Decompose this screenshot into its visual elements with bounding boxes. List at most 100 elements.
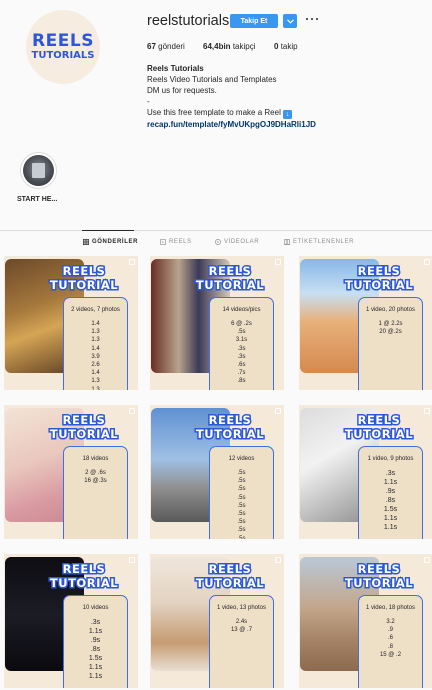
timing-item: 2.4s — [235, 619, 248, 625]
post-info-card: 2 videos, 7 photos 1.4 1.3 1.3 1.4 3.9 2.6 1.4 1… — [63, 297, 128, 390]
stat-posts-value: 67 — [147, 42, 156, 51]
tab-posts-label: GÖNDERİLER — [92, 239, 139, 245]
post-title: REELS TUTORIAL — [194, 263, 265, 294]
timing-item: 2 @ .6s — [85, 470, 106, 476]
post-timing-list: 1 @ 2.2s 20 @.2s — [359, 320, 422, 336]
post-title: REELS TUTORIAL — [343, 561, 414, 592]
post-title: REELS TUTORIAL — [48, 412, 119, 443]
timing-item: 1 @ 2.2s — [378, 321, 403, 327]
timing-item: .8s — [385, 497, 396, 504]
tab-videos[interactable]: VİDEOLAR — [215, 239, 259, 245]
bio-line-3: - — [147, 97, 150, 106]
post-tile[interactable]: REELS TUTORIAL 14 videos/pics 6 @ .2s .5s 3.… — [150, 256, 284, 390]
multi-post-icon — [424, 557, 430, 563]
timing-item: 1.1s — [383, 479, 398, 486]
timing-item: .3s — [237, 353, 246, 360]
post-tile[interactable]: REELS TUTORIAL 1 video, 18 photos 3.2 .9.6.… — [299, 554, 432, 688]
timing-item: 16 @.3s — [84, 478, 107, 485]
stat-followers[interactable]: 64,4bin takipçi — [203, 42, 256, 51]
timing-item: .5s — [237, 535, 246, 539]
timing-item: .5s — [237, 511, 246, 518]
story-highlight[interactable] — [20, 152, 57, 189]
reels-icon — [160, 239, 166, 245]
tab-reels[interactable]: REELS — [160, 239, 192, 245]
timing-item: .3s — [385, 470, 396, 477]
post-caption: 1 video, 13 photos — [216, 605, 267, 611]
tab-tagged[interactable]: ETİKETLENENLER — [284, 239, 354, 245]
timing-item: 1.1s — [383, 524, 398, 531]
stat-following-label: takip — [280, 42, 298, 51]
timing-item: 3.9 — [91, 353, 100, 360]
more-options-icon[interactable] — [306, 13, 318, 25]
timing-item: 1.5s — [88, 655, 103, 662]
profile-avatar[interactable]: REELS TUTORIALS — [26, 10, 100, 84]
timing-item: .9 — [387, 627, 393, 634]
timing-item: .5s — [237, 519, 246, 526]
stat-posts[interactable]: 67 gönderi — [147, 42, 185, 51]
post-info-card: 1 video, 9 photos .3s 1.1s .9s .8s 1.5s 1.1s 1.… — [358, 446, 423, 539]
timing-item: .8 — [387, 643, 393, 650]
timing-item: 1.1s — [88, 664, 103, 671]
post-info-card: 1 video, 13 photos 2.4s 13 @ .7 — [209, 595, 274, 688]
post-caption: 10 videos — [82, 605, 109, 611]
timing-item: .8s — [237, 378, 246, 385]
timing-item: 3.2 — [386, 619, 395, 625]
grid-icon — [83, 239, 89, 245]
post-timing-list: .3s 1.1s .9s .8s 1.5s 1.1s 1.1s — [359, 469, 422, 532]
timing-item: .5s — [237, 494, 246, 501]
post-info-card: 1 video, 18 photos 3.2 .9.6.8 15 @ .2 — [358, 595, 423, 688]
post-caption: 1 video, 9 photos — [367, 456, 414, 462]
timing-item: 20 @.2s — [379, 329, 402, 336]
timing-item: 13 @ .7 — [230, 627, 253, 634]
timing-item: 1.4 — [91, 345, 100, 352]
timing-item: 2.6 — [91, 362, 100, 369]
post-caption: 1 video, 18 photos — [365, 605, 416, 611]
post-timing-list: 2.4s 13 @ .7 — [210, 618, 273, 634]
post-caption: 2 videos, 7 photos — [71, 307, 120, 313]
active-tab-indicator — [82, 230, 134, 231]
timing-item: .6 — [387, 635, 393, 642]
timing-item: .7s — [237, 370, 246, 377]
timing-item: 1.5s — [383, 506, 398, 513]
follow-button[interactable]: Takip Et — [230, 14, 278, 28]
tabs-divider — [0, 230, 432, 231]
timing-item: .9s — [90, 637, 101, 644]
post-title: REELS TUTORIAL — [194, 412, 265, 443]
post-tile[interactable]: REELS TUTORIAL 2 videos, 7 photos 1.4 1.3 1.… — [4, 256, 138, 390]
post-tile[interactable]: REELS TUTORIAL 1 video, 13 photos 2.4s 13 @… — [150, 554, 284, 688]
multi-post-icon — [275, 259, 281, 265]
post-info-card: 12 videos .5s .5s .5s .5s .5s .5s .5s .5s .5s — [209, 446, 274, 539]
post-tile[interactable]: REELS TUTORIAL 1 video, 20 photos 1 @ 2.2s… — [299, 256, 432, 390]
suggestions-button[interactable] — [283, 14, 297, 28]
post-title: REELS TUTORIAL — [48, 561, 119, 592]
stat-posts-label: gönderi — [158, 42, 185, 51]
avatar-logo-line1: REELS — [32, 31, 94, 51]
post-tile[interactable]: REELS TUTORIAL 12 videos .5s .5s .5s .5s .5s .5… — [150, 405, 284, 539]
post-tile[interactable]: REELS TUTORIAL 10 videos .3s 1.1s .9s .8s 1.5s… — [4, 554, 138, 688]
timing-item: .5s — [237, 329, 246, 336]
post-info-card: 14 videos/pics 6 @ .2s .5s 3.1s .3s .3s .6s .7s… — [209, 297, 274, 390]
timing-item: .8s — [90, 646, 101, 653]
stat-following-value: 0 — [274, 42, 279, 51]
post-timing-list: 6 @ .2s .5s 3.1s .3s .3s .6s .7s .8s. — [210, 320, 273, 390]
chevron-down-icon — [286, 18, 294, 24]
timing-item: .5s — [237, 478, 246, 485]
post-timing-list: .3s 1.1s .9s .8s 1.5s 1.1s 1.1s — [64, 618, 127, 681]
post-tile[interactable]: REELS TUTORIAL 1 video, 9 photos .3s 1.1s .9… — [299, 405, 432, 539]
multi-post-icon — [275, 408, 281, 414]
timing-item: 1.3 — [91, 378, 100, 385]
stat-followers-label: takipçi — [232, 42, 256, 51]
post-caption: 12 videos — [228, 456, 255, 462]
post-timing-list: 3.2 .9.6.8 15 @ .2 — [359, 618, 422, 659]
post-timing-list: 1.4 1.3 1.3 1.4 3.9 2.6 1.4 1.3 1.3 — [64, 320, 127, 390]
multi-post-icon — [424, 259, 430, 265]
post-tile[interactable]: REELS TUTORIAL 18 videos 2 @ .6s 16 @.3s — [4, 405, 138, 539]
highlight-cover-image — [23, 155, 54, 186]
multi-post-icon — [129, 557, 135, 563]
tab-tagged-label: ETİKETLENENLER — [293, 239, 355, 245]
stat-following[interactable]: 0 takip — [274, 42, 298, 51]
tab-posts[interactable]: GÖNDERİLER — [83, 239, 138, 245]
timing-item: .6s — [237, 362, 246, 369]
multi-post-icon — [424, 408, 430, 414]
bio-link[interactable]: recap.fun/template/fyMvUKpgOJ9DHaRli1JD — [147, 119, 417, 130]
